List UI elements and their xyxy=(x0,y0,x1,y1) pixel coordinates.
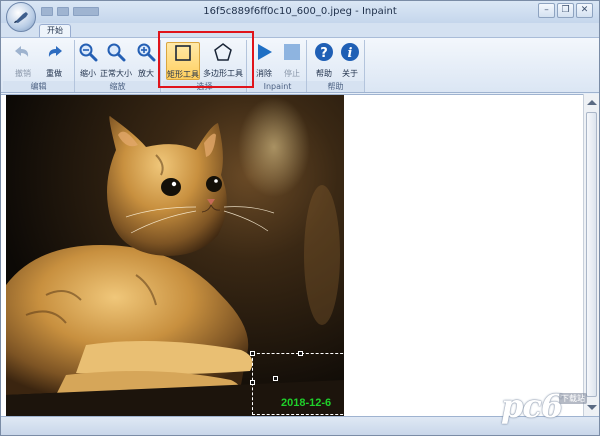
minimize-icon: – xyxy=(544,5,549,15)
stop-label: 停止 xyxy=(284,69,300,78)
scroll-down-icon[interactable] xyxy=(587,405,597,410)
zoom-out-button[interactable]: 缩小 xyxy=(77,42,99,78)
close-icon: ✕ xyxy=(580,5,589,15)
minimize-button[interactable]: – xyxy=(538,3,555,18)
svg-text:i: i xyxy=(348,46,353,61)
scroll-thumb[interactable] xyxy=(586,112,597,397)
scroll-up-icon[interactable] xyxy=(587,100,597,105)
help-button[interactable]: ? 帮助 xyxy=(311,42,337,78)
app-menu-button[interactable] xyxy=(6,2,36,32)
group-label-edit: 编辑 xyxy=(3,81,74,92)
erase-button[interactable]: 消除 xyxy=(251,42,277,78)
restore-button[interactable]: ❒ xyxy=(557,3,574,18)
zoom-in-label: 放大 xyxy=(138,69,154,78)
info-icon: i xyxy=(341,43,359,61)
window-controls: – ❒ ✕ xyxy=(538,3,593,18)
zoom-in-icon xyxy=(137,43,156,62)
ribbon-group-zoom: 缩小 正常大小 放大 缩放 xyxy=(75,40,161,92)
stop-button[interactable]: 停止 xyxy=(279,42,305,78)
about-label: 关于 xyxy=(342,69,358,78)
title-bar: 16f5c889f6ff0c10_600_0.jpeg - Inpaint – … xyxy=(1,1,599,23)
redo-label: 重做 xyxy=(46,69,62,78)
ribbon-group-inpaint: 消除 停止 Inpaint xyxy=(249,40,307,92)
help-label: 帮助 xyxy=(316,69,332,78)
watermark-subtitle: 下载站 xyxy=(559,393,587,404)
ribbon-group-edit: 撤销 重做 编辑 xyxy=(3,40,75,92)
zoom-out-label: 缩小 xyxy=(80,69,96,78)
play-icon xyxy=(258,44,272,60)
undo-label: 撤销 xyxy=(15,69,31,78)
brush-icon xyxy=(14,12,28,23)
window-title: 16f5c889f6ff0c10_600_0.jpeg - Inpaint xyxy=(203,6,397,17)
date-stamp: 2018-12-6 xyxy=(281,397,332,409)
zoom-in-button[interactable]: 放大 xyxy=(135,42,157,78)
selection-handle-tl[interactable] xyxy=(250,351,255,356)
highlight-annotation xyxy=(158,31,254,88)
selection-handle-left[interactable] xyxy=(250,380,255,385)
selection-handle-top[interactable] xyxy=(298,351,303,356)
close-button[interactable]: ✕ xyxy=(576,3,593,18)
cat-photo[interactable]: 2018-12-6 xyxy=(6,95,344,416)
image-canvas[interactable]: 2018-12-6 xyxy=(1,94,583,416)
selection-handle-inner[interactable] xyxy=(273,376,278,381)
undo-button[interactable]: 撤销 xyxy=(9,42,37,78)
vertical-scrollbar[interactable] xyxy=(583,94,599,416)
help-icon: ? xyxy=(315,43,333,61)
actual-size-button[interactable]: 正常大小 xyxy=(99,42,133,78)
tab-home[interactable]: 开始 xyxy=(39,24,71,37)
stop-icon xyxy=(284,44,300,60)
group-label-help: 帮助 xyxy=(307,81,364,92)
actual-size-label: 正常大小 xyxy=(100,69,132,78)
zoom-actual-icon xyxy=(107,43,126,62)
watermark-logo: pc6 xyxy=(501,387,563,425)
group-label-zoom: 缩放 xyxy=(75,81,160,92)
redo-icon xyxy=(48,46,62,57)
group-label-inpaint: Inpaint xyxy=(249,81,306,92)
undo-icon xyxy=(15,46,29,57)
redo-button[interactable]: 重做 xyxy=(39,42,69,78)
svg-text:?: ? xyxy=(320,46,328,61)
ribbon-tab-bar: 开始 xyxy=(1,23,599,37)
ribbon: 撤销 重做 编辑 缩小 正常大小 放大 缩放 矩形工具 多边形工具 选择 消除 … xyxy=(1,37,599,93)
about-button[interactable]: i 关于 xyxy=(337,42,363,78)
erase-label: 消除 xyxy=(256,69,272,78)
app-window: 16f5c889f6ff0c10_600_0.jpeg - Inpaint – … xyxy=(0,0,600,436)
restore-icon: ❒ xyxy=(561,5,570,15)
ribbon-group-help: ? 帮助 i 关于 帮助 xyxy=(307,40,365,92)
zoom-out-icon xyxy=(79,43,98,62)
